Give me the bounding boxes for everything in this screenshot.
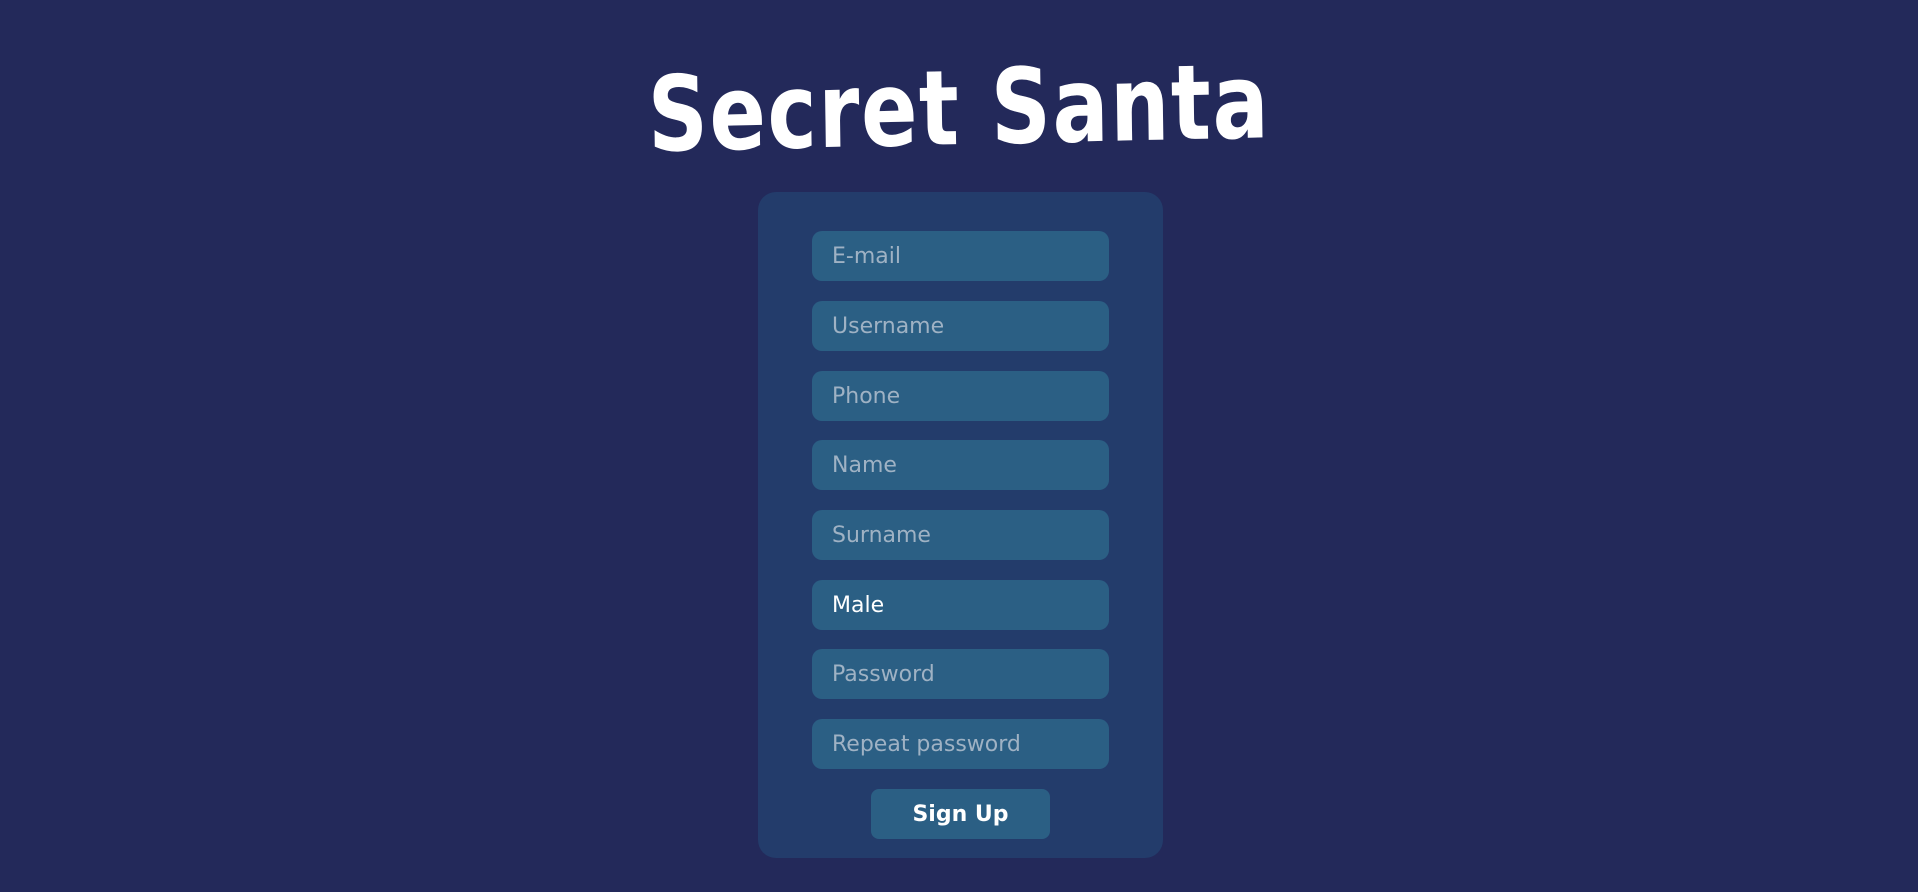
username-field[interactable] <box>812 301 1109 351</box>
sign-up-button[interactable]: Sign Up <box>871 789 1050 839</box>
email-field[interactable] <box>812 231 1109 281</box>
name-field[interactable] <box>812 440 1109 490</box>
password-field[interactable] <box>812 649 1109 699</box>
gender-select-value: Male <box>832 592 885 618</box>
surname-field[interactable] <box>812 510 1109 560</box>
gender-select[interactable]: Male <box>812 580 1109 630</box>
signup-form-card: Male Sign Up <box>758 192 1163 858</box>
repeat-password-field[interactable] <box>812 719 1109 769</box>
page-title: Secret Santa <box>647 40 1271 176</box>
phone-field[interactable] <box>812 371 1109 421</box>
